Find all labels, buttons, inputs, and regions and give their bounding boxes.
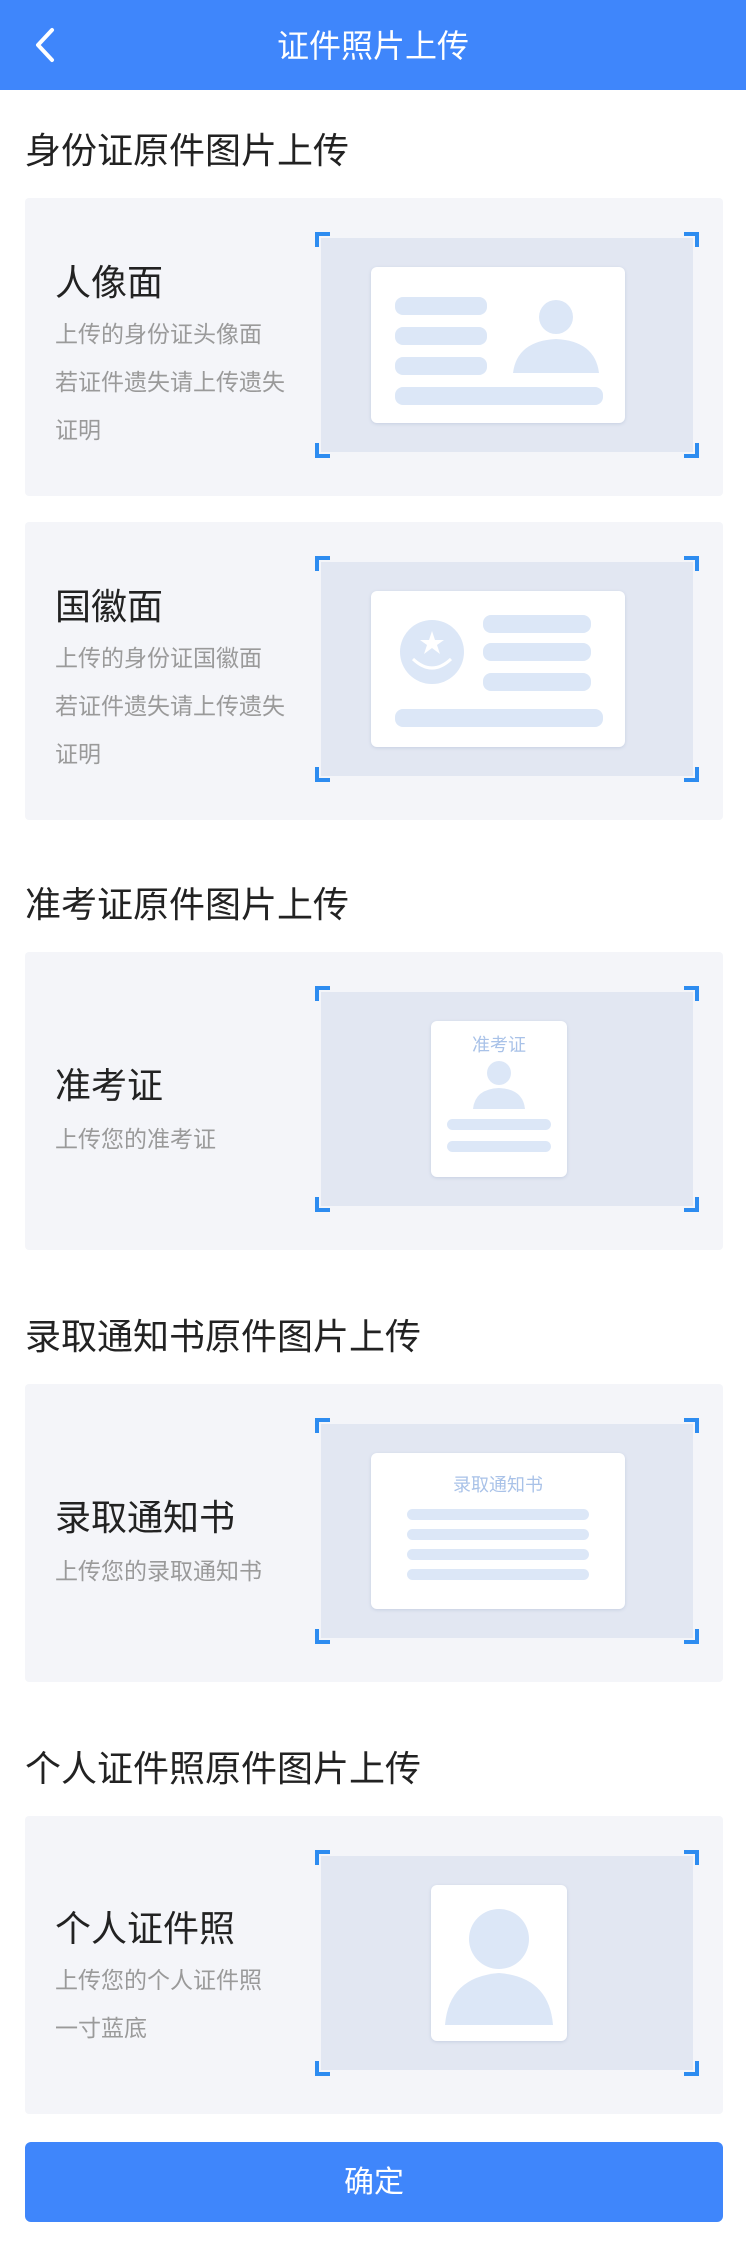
card-title: 人像面 xyxy=(55,263,164,304)
confirm-button[interactable]: 确定 xyxy=(25,2142,723,2222)
card-desc-line: 若证件遗失请上传遗失 xyxy=(55,370,285,396)
id-card-front-illustration xyxy=(371,267,625,423)
upload-area-personal-photo[interactable] xyxy=(315,1850,699,2076)
upload-area-id-front[interactable] xyxy=(315,232,699,458)
upload-card-id-front[interactable]: 人像面 上传的身份证头像面 若证件遗失请上传遗失 证明 xyxy=(25,198,723,496)
section-title-id-card: 身份证原件图片上传 xyxy=(25,131,350,172)
card-title: 录取通知书 xyxy=(55,1498,236,1539)
upload-area-admission-ticket[interactable]: 准考证 xyxy=(315,986,699,1212)
card-title: 准考证 xyxy=(55,1066,164,1107)
upload-card-id-back[interactable]: 国徽面 上传的身份证国徽面 若证件遗失请上传遗失 证明 xyxy=(25,522,723,820)
admission-ticket-illustration: 准考证 xyxy=(431,1021,567,1177)
card-desc-line: 上传的身份证头像面 xyxy=(55,322,262,348)
person-icon xyxy=(513,300,599,373)
header-bar: 证件照片上传 xyxy=(0,0,746,90)
page-title: 证件照片上传 xyxy=(276,27,469,65)
card-desc-line: 上传您的准考证 xyxy=(55,1127,216,1153)
card-title: 个人证件照 xyxy=(55,1909,236,1950)
upload-card-personal-photo[interactable]: 个人证件照 上传您的个人证件照 一寸蓝底 xyxy=(25,1816,723,2114)
person-icon xyxy=(473,1061,525,1109)
card-desc-line: 若证件遗失请上传遗失 xyxy=(55,694,285,720)
card-title: 国徽面 xyxy=(55,587,164,628)
doc-label: 准考证 xyxy=(472,1035,526,1056)
doc-label: 录取通知书 xyxy=(453,1475,543,1496)
card-desc-line: 上传您的个人证件照 xyxy=(55,1968,262,1994)
personal-photo-illustration xyxy=(431,1885,567,2041)
upload-card-admission-ticket[interactable]: 准考证 上传您的准考证 准考证 xyxy=(25,952,723,1250)
person-icon xyxy=(445,1909,553,2025)
section-title-personal-photo: 个人证件照原件图片上传 xyxy=(25,1749,422,1790)
id-card-back-illustration xyxy=(371,591,625,747)
section-title-admission-letter: 录取通知书原件图片上传 xyxy=(25,1317,422,1358)
card-desc-line: 上传的身份证国徽面 xyxy=(55,646,262,672)
admission-letter-illustration: 录取通知书 xyxy=(371,1453,625,1609)
upload-area-id-back[interactable] xyxy=(315,556,699,782)
section-title-admission-ticket: 准考证原件图片上传 xyxy=(25,885,350,926)
card-desc-line: 证明 xyxy=(55,418,101,444)
upload-card-admission-letter[interactable]: 录取通知书 上传您的录取通知书 录取通知书 xyxy=(25,1384,723,1682)
national-emblem-icon xyxy=(400,620,464,684)
card-desc-line: 证明 xyxy=(55,742,101,768)
card-desc-line: 一寸蓝底 xyxy=(55,2016,147,2042)
card-desc-line: 上传您的录取通知书 xyxy=(55,1559,262,1585)
upload-area-admission-letter[interactable]: 录取通知书 xyxy=(315,1418,699,1644)
